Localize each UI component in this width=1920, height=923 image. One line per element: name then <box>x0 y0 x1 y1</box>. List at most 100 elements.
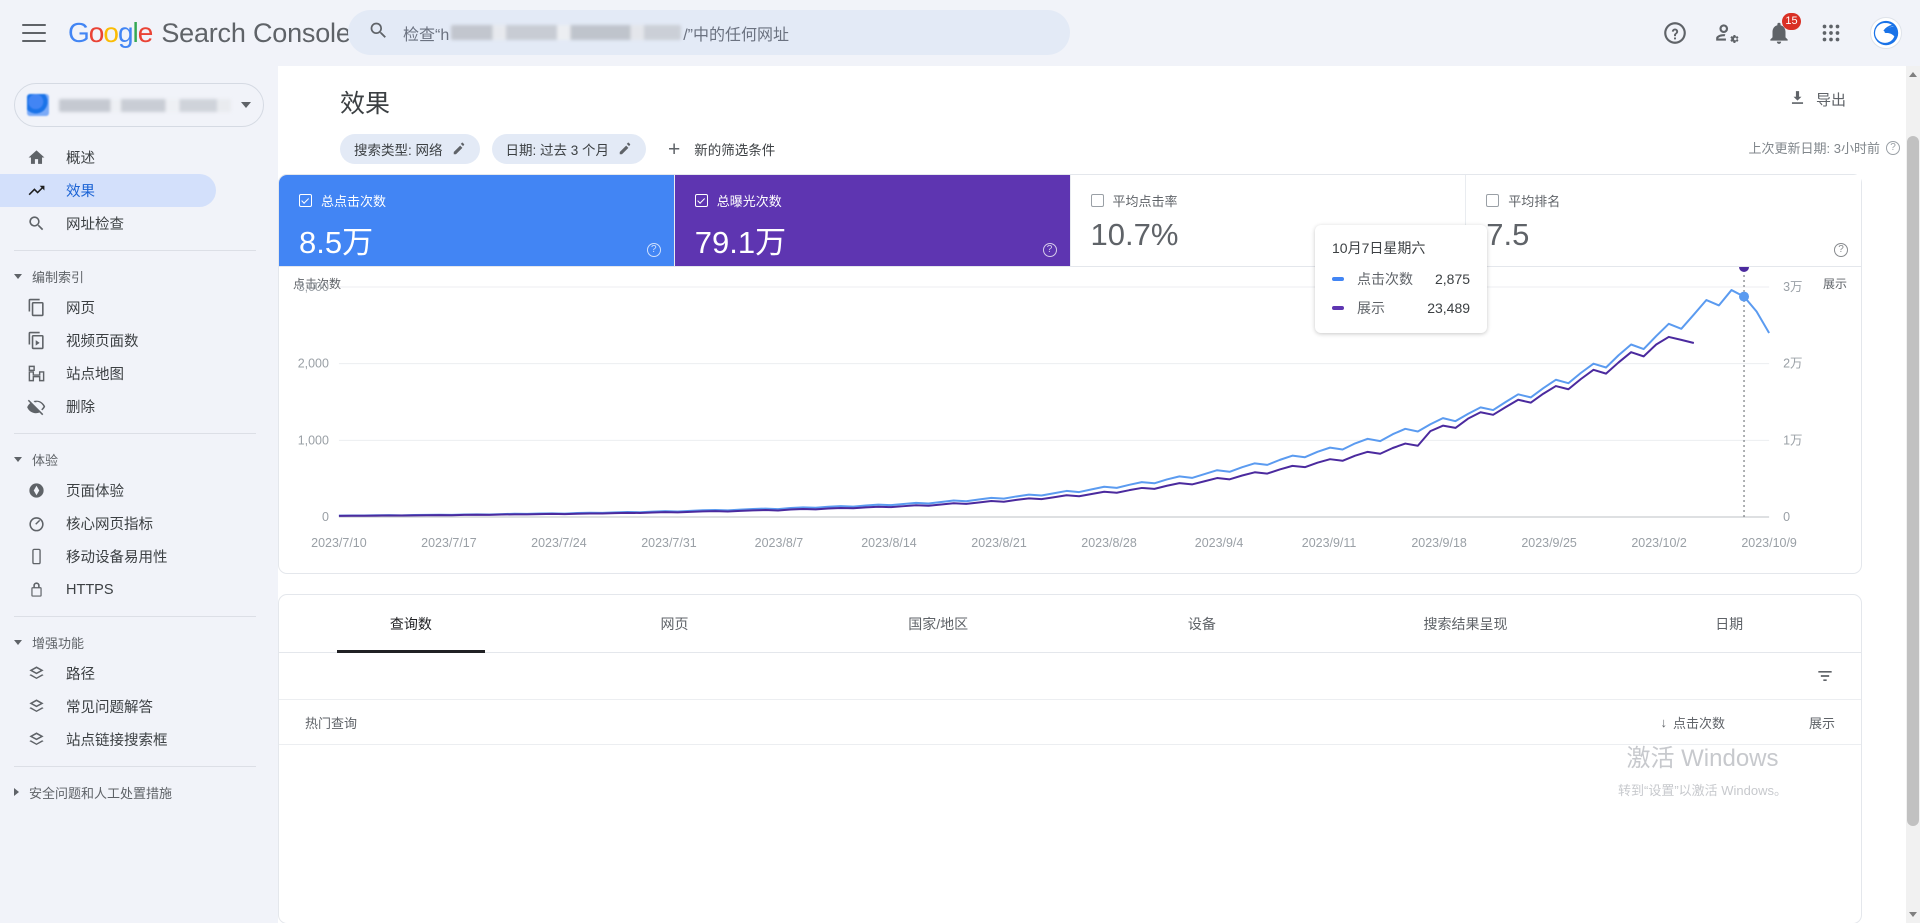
metric-card-title: 总点击次数 <box>321 194 387 209</box>
pencil-icon[interactable] <box>618 142 632 156</box>
svg-text:2,000: 2,000 <box>298 357 329 371</box>
sidebar-item-label: 移动设备易用性 <box>66 550 168 566</box>
clicks-color-swatch <box>1332 277 1344 281</box>
scroll-up-arrow-icon[interactable] <box>1909 72 1917 77</box>
tab-label: 国家/地区 <box>908 615 969 632</box>
help-icon[interactable]: ? <box>646 243 661 257</box>
column-header-query[interactable]: 热门查询 <box>305 713 1595 732</box>
filter-list-icon[interactable] <box>1815 666 1835 686</box>
notifications-bell-icon[interactable]: 15 <box>1766 13 1801 46</box>
chevron-right-icon <box>14 788 19 796</box>
sidebar-item-video-pages[interactable]: 视频页面数 <box>0 324 216 357</box>
sidebar-item-label: 核心网页指标 <box>66 517 153 533</box>
metric-cards-row: 总点击次数 8.5万 ? 总曝光次数 79.1万 ? 平均点击率 10.7% 平… <box>279 175 1861 267</box>
sidebar-group-experience[interactable]: 体验 <box>0 444 278 474</box>
tooltip-row-clicks: 点击次数 2,875 <box>1332 269 1470 289</box>
sidebar-item-faq[interactable]: 常见问题解答 <box>0 690 216 723</box>
tab-countries[interactable]: 国家/地区 <box>806 595 1070 652</box>
page-experience-icon <box>26 481 46 501</box>
help-icon[interactable]: ? <box>1886 140 1900 155</box>
tab-devices[interactable]: 设备 <box>1070 595 1334 652</box>
download-icon <box>1788 88 1816 111</box>
metric-checkbox[interactable] <box>299 194 312 207</box>
metric-card-header: 平均排名 <box>1486 191 1841 210</box>
sidebar-item-label: 站点地图 <box>66 367 124 383</box>
metric-card-header: 总点击次数 <box>299 191 654 210</box>
page-scrollbar-track[interactable] <box>1906 66 1920 923</box>
brand[interactable]: Google Search Console <box>68 17 351 49</box>
pencil-icon[interactable] <box>452 142 466 156</box>
sort-descending-icon: ↓ <box>1660 714 1667 730</box>
metric-card-total-clicks[interactable]: 总点击次数 8.5万 ? <box>279 175 675 266</box>
sidebar-group-enhancements[interactable]: 增强功能 <box>0 627 278 657</box>
tab-pages[interactable]: 网页 <box>543 595 807 652</box>
sidebar-divider <box>14 616 256 617</box>
performance-chart-card: 总点击次数 8.5万 ? 总曝光次数 79.1万 ? 平均点击率 10.7% 平… <box>278 174 1862 574</box>
property-name-redacted <box>59 98 231 112</box>
sidebar-group-label: 编制索引 <box>32 269 85 285</box>
account-settings-icon[interactable] <box>1714 20 1740 46</box>
sidebar-item-page-experience[interactable]: 页面体验 <box>0 474 216 507</box>
sidebar-item-https[interactable]: HTTPS <box>0 573 216 606</box>
sidebar-item-sitemaps[interactable]: 站点地图 <box>0 357 216 390</box>
sidebar-item-performance[interactable]: 效果 <box>0 174 216 207</box>
tab-search-appearance[interactable]: 搜索结果呈现 <box>1334 595 1598 652</box>
metric-card-total-impressions[interactable]: 总曝光次数 79.1万 ? <box>674 175 1071 266</box>
sidebar-group-security-manual-actions[interactable]: 安全问题和人工处置措施 <box>0 777 278 807</box>
property-selector[interactable] <box>14 83 264 127</box>
eye-off-icon <box>26 397 46 417</box>
redacted-domain <box>451 25 682 40</box>
apps-grid-icon[interactable] <box>1818 20 1844 46</box>
tab-dates[interactable]: 日期 <box>1597 595 1861 652</box>
help-icon[interactable] <box>1662 20 1688 46</box>
sidebar-item-pages[interactable]: 网页 <box>0 291 216 324</box>
filter-chip-date[interactable]: 日期: 过去 3 个月 <box>491 134 647 164</box>
help-icon[interactable]: ? <box>1834 243 1848 257</box>
sidebar-item-sitelinks-searchbox[interactable]: 站点链接搜索框 <box>0 723 216 756</box>
sidebar-item-core-web-vitals[interactable]: 核心网页指标 <box>0 507 216 540</box>
tooltip-label: 展示 <box>1357 300 1385 316</box>
svg-text:2023/10/2: 2023/10/2 <box>1631 536 1687 550</box>
filter-chips: 搜索类型: 网络 日期: 过去 3 个月 + 新的筛选条件 <box>340 134 775 164</box>
sidebar-item-overview[interactable]: 概述 <box>0 141 216 174</box>
filter-chip-search-type[interactable]: 搜索类型: 网络 <box>340 134 480 164</box>
tab-label: 查询数 <box>389 615 432 632</box>
svg-text:2023/7/31: 2023/7/31 <box>641 536 697 550</box>
metric-checkbox[interactable] <box>1090 194 1104 207</box>
sidebar-item-mobile-usability[interactable]: 移动设备易用性 <box>0 540 216 573</box>
svg-text:2023/8/7: 2023/8/7 <box>755 536 804 550</box>
sidebar-group-label: 增强功能 <box>32 635 85 651</box>
help-icon[interactable]: ? <box>1042 243 1057 257</box>
user-avatar[interactable] <box>1870 17 1902 49</box>
property-icon <box>27 94 49 116</box>
sidebar-item-removals[interactable]: 删除 <box>0 390 216 423</box>
scroll-down-arrow-icon[interactable] <box>1909 912 1917 917</box>
sidebar-item-url-inspection[interactable]: 网址检查 <box>0 207 216 240</box>
sidebar-divider <box>14 433 256 434</box>
page-scrollbar-thumb[interactable] <box>1907 136 1919 826</box>
sidebar-item-breadcrumbs[interactable]: 路径 <box>0 657 216 690</box>
svg-text:2023/8/14: 2023/8/14 <box>861 536 917 550</box>
export-label: 导出 <box>1815 92 1846 109</box>
metric-checkbox[interactable] <box>1486 194 1500 207</box>
new-filter-button[interactable]: + 新的筛选条件 <box>668 139 775 160</box>
svg-text:1万: 1万 <box>1783 433 1802 447</box>
table-toolbar <box>279 653 1861 699</box>
export-button[interactable]: 导出 <box>1788 88 1846 111</box>
performance-plot[interactable]: 点击次数 展示 0 0 1,000 1万 2,000 2万 3,000 3万 2023/7/10… <box>279 225 1861 574</box>
column-header-clicks[interactable]: ↓ 点击次数 <box>1595 713 1725 732</box>
search-icon <box>368 20 389 46</box>
dimension-table-card: 查询数 网页 国家/地区 设备 搜索结果呈现 日期 热门查询 ↓ 点击次数 展示 <box>278 594 1862 923</box>
sidebar-divider <box>14 766 256 767</box>
last-update-status: 上次更新日期: 3小时前 ? <box>1749 138 1900 157</box>
metric-checkbox[interactable] <box>694 194 708 207</box>
sidebar-item-label: 删除 <box>66 400 95 416</box>
column-header-impressions[interactable]: 展示 <box>1725 713 1835 732</box>
metric-card-average-position[interactable]: 平均排名 7.5 ? <box>1466 175 1861 266</box>
chevron-down-icon[interactable] <box>241 102 251 108</box>
hamburger-icon[interactable] <box>22 24 46 42</box>
tab-queries[interactable]: 查询数 <box>279 595 543 653</box>
url-inspection-search[interactable]: 检查“h /”中的任何网址 <box>348 10 1070 55</box>
svg-text:2023/9/18: 2023/9/18 <box>1411 536 1467 550</box>
sidebar-group-indexing[interactable]: 编制索引 <box>0 261 278 291</box>
